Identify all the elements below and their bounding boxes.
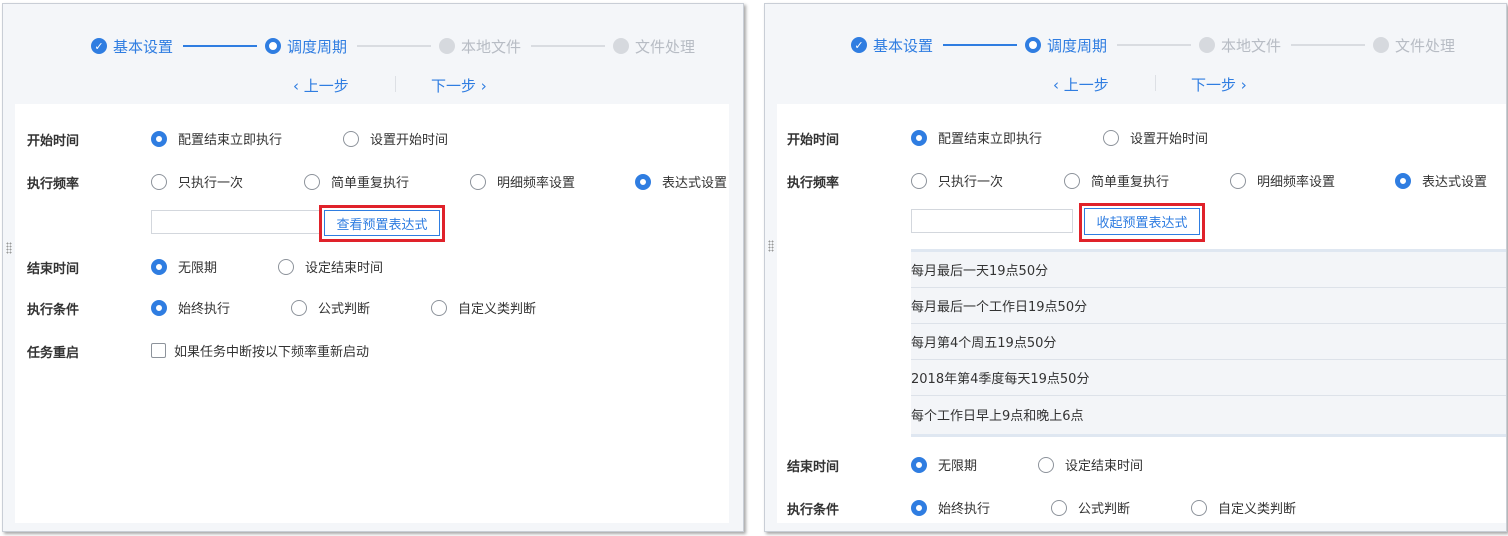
radio-always[interactable]: 始终执行 bbox=[151, 298, 230, 317]
radio-expression[interactable]: 表达式设置 bbox=[635, 172, 727, 191]
radio-unchecked-icon bbox=[1064, 172, 1080, 189]
radio-start-immediately[interactable]: 配置结束立即执行 bbox=[911, 128, 1042, 147]
prev-step-button[interactable]: ‹ 上一步 bbox=[293, 75, 349, 96]
radio-once[interactable]: 只执行一次 bbox=[151, 172, 243, 191]
radio-checked-icon bbox=[151, 130, 167, 147]
frequency-label: 执行频率 bbox=[27, 177, 80, 192]
collapse-preset-expressions-button[interactable]: 收起预置表达式 bbox=[1084, 208, 1200, 235]
radio-checked-icon bbox=[151, 299, 167, 316]
radio-unchecked-icon bbox=[304, 173, 320, 190]
resize-grip-icon[interactable] bbox=[768, 240, 774, 252]
restart-checkbox[interactable]: 如果任务中断按以下频率重新启动 bbox=[151, 341, 369, 360]
step-basic-settings[interactable]: ✓ 基本设置 bbox=[851, 35, 933, 55]
radio-checked-icon bbox=[1395, 172, 1411, 189]
condition-label: 执行条件 bbox=[787, 503, 840, 518]
radio-detailed-frequency[interactable]: 明细频率设置 bbox=[470, 172, 575, 191]
radio-formula[interactable]: 公式判断 bbox=[1051, 498, 1130, 517]
expression-input[interactable] bbox=[911, 209, 1073, 233]
radio-unchecked-icon bbox=[470, 173, 486, 190]
radio-set-end-time[interactable]: 设定结束时间 bbox=[278, 257, 383, 276]
step-schedule[interactable]: 调度周期 bbox=[1025, 35, 1107, 55]
radio-unchecked-icon bbox=[278, 258, 294, 275]
right-panel: ✓ 基本设置 调度周期 本地文件 文件处理 ‹ 上一步 下一步 › 开始时间 配… bbox=[764, 3, 1507, 532]
step-local-file[interactable]: 本地文件 bbox=[439, 36, 521, 56]
step-connector bbox=[943, 44, 1017, 46]
pending-step-icon bbox=[1373, 37, 1389, 53]
next-step-button[interactable]: 下一步 › bbox=[1191, 74, 1247, 95]
radio-unchecked-icon bbox=[1038, 456, 1054, 473]
prev-step-button[interactable]: ‹ 上一步 bbox=[1053, 74, 1109, 95]
view-preset-expressions-button[interactable]: 查看预置表达式 bbox=[324, 210, 440, 236]
preset-item[interactable]: 每月第4个周五19点50分 bbox=[911, 324, 1506, 360]
radio-checked-icon bbox=[911, 499, 927, 516]
check-icon: ✓ bbox=[91, 38, 107, 54]
radio-unchecked-icon bbox=[1191, 499, 1207, 516]
radio-set-start-time[interactable]: 设置开始时间 bbox=[1103, 128, 1208, 147]
radio-formula[interactable]: 公式判断 bbox=[291, 298, 370, 317]
radio-expression[interactable]: 表达式设置 bbox=[1395, 171, 1487, 190]
radio-checked-icon bbox=[911, 129, 927, 146]
preset-expression-list: 每月最后一天19点50分 每月最后一个工作日19点50分 每月第4个周五19点5… bbox=[911, 249, 1506, 437]
preset-item[interactable]: 每月最后一个工作日19点50分 bbox=[911, 288, 1506, 324]
checkbox-icon bbox=[151, 343, 166, 358]
step-schedule[interactable]: 调度周期 bbox=[265, 36, 347, 56]
resize-grip-icon[interactable] bbox=[6, 242, 12, 254]
step-connector bbox=[183, 45, 257, 47]
radio-unchecked-icon bbox=[1051, 499, 1067, 516]
check-icon: ✓ bbox=[851, 37, 867, 53]
end-time-label: 结束时间 bbox=[787, 460, 840, 475]
step-connector bbox=[357, 45, 431, 47]
radio-unchecked-icon bbox=[291, 299, 307, 316]
next-step-button[interactable]: 下一步 › bbox=[431, 75, 487, 96]
radio-unchecked-icon bbox=[1103, 129, 1119, 146]
radio-checked-icon bbox=[151, 258, 167, 275]
radio-checked-icon bbox=[635, 173, 651, 190]
radio-checked-icon bbox=[911, 456, 927, 473]
step-file-processing[interactable]: 文件处理 bbox=[1373, 35, 1455, 55]
pending-step-icon bbox=[439, 38, 455, 54]
active-step-icon bbox=[265, 38, 281, 54]
radio-custom-class[interactable]: 自定义类判断 bbox=[431, 298, 536, 317]
radio-unchecked-icon bbox=[911, 172, 927, 189]
pending-step-icon bbox=[1199, 37, 1215, 53]
radio-always[interactable]: 始终执行 bbox=[911, 498, 990, 517]
step-local-file[interactable]: 本地文件 bbox=[1199, 35, 1281, 55]
radio-unchecked-icon bbox=[431, 299, 447, 316]
radio-unlimited[interactable]: 无限期 bbox=[151, 257, 217, 276]
radio-unchecked-icon bbox=[1230, 172, 1246, 189]
active-step-icon bbox=[1025, 37, 1041, 53]
condition-label: 执行条件 bbox=[27, 303, 80, 318]
radio-start-immediately[interactable]: 配置结束立即执行 bbox=[151, 129, 282, 148]
left-panel: ✓ 基本设置 调度周期 本地文件 文件处理 ‹ 上一步 下一步 › 开始时间 配… bbox=[2, 3, 744, 532]
radio-unlimited[interactable]: 无限期 bbox=[911, 455, 977, 474]
radio-unchecked-icon bbox=[151, 173, 167, 190]
step-file-processing[interactable]: 文件处理 bbox=[613, 36, 695, 56]
radio-unchecked-icon bbox=[343, 130, 359, 147]
radio-custom-class[interactable]: 自定义类判断 bbox=[1191, 498, 1296, 517]
restart-label: 任务重启 bbox=[27, 346, 80, 361]
preset-item[interactable]: 每个工作日早上9点和晚上6点 bbox=[911, 396, 1506, 432]
pending-step-icon bbox=[613, 38, 629, 54]
start-time-label: 开始时间 bbox=[27, 134, 80, 149]
preset-item[interactable]: 每月最后一天19点50分 bbox=[911, 252, 1506, 288]
step-basic-settings[interactable]: ✓ 基本设置 bbox=[91, 36, 173, 56]
radio-set-start-time[interactable]: 设置开始时间 bbox=[343, 129, 448, 148]
expression-input[interactable] bbox=[151, 210, 321, 234]
radio-detailed-frequency[interactable]: 明细频率设置 bbox=[1230, 171, 1335, 190]
end-time-label: 结束时间 bbox=[27, 262, 80, 277]
frequency-label: 执行频率 bbox=[787, 176, 840, 191]
step-connector bbox=[1291, 44, 1365, 46]
step-connector bbox=[531, 45, 605, 47]
radio-once[interactable]: 只执行一次 bbox=[911, 171, 1003, 190]
step-connector bbox=[1117, 44, 1191, 46]
preset-item[interactable]: 2018年第4季度每天19点50分 bbox=[911, 360, 1506, 396]
radio-simple-repeat[interactable]: 简单重复执行 bbox=[304, 172, 409, 191]
radio-set-end-time[interactable]: 设定结束时间 bbox=[1038, 455, 1143, 474]
radio-simple-repeat[interactable]: 简单重复执行 bbox=[1064, 171, 1169, 190]
start-time-label: 开始时间 bbox=[787, 133, 840, 148]
